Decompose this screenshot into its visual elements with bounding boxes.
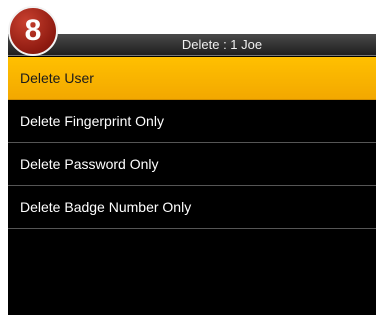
menu-item-delete-user[interactable]: Delete User: [8, 57, 376, 100]
step-number-badge: 8: [8, 6, 58, 56]
delete-options-menu: Delete User Delete Fingerprint Only Dele…: [8, 57, 376, 229]
menu-item-delete-password-only[interactable]: Delete Password Only: [8, 143, 376, 186]
menu-item-delete-fingerprint-only[interactable]: Delete Fingerprint Only: [8, 100, 376, 143]
menu-item-delete-badge-number-only[interactable]: Delete Badge Number Only: [8, 186, 376, 229]
title-bar: Delete : 1 Joe: [8, 34, 376, 56]
page-title: Delete : 1 Joe: [181, 37, 263, 52]
